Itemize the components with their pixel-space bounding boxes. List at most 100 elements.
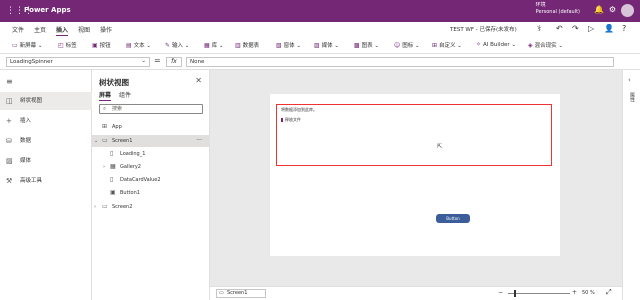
ribbon-text[interactable]: ▤ 文本 ⌄	[126, 41, 151, 49]
chevron-down-icon[interactable]: ⌄	[94, 135, 98, 147]
tree-node-gallery2[interactable]: › ▦ Gallery2	[92, 161, 210, 173]
chevron-left-icon[interactable]: ‹	[628, 76, 631, 84]
tree-node-screen2[interactable]: › ▭ Screen2	[92, 201, 210, 213]
tree-view-title: 树状视图	[99, 78, 129, 87]
label-icon: ◰	[58, 42, 64, 49]
chevron-right-icon[interactable]: ›	[94, 201, 96, 213]
undo-icon[interactable]: ↶	[556, 24, 563, 33]
custom-icon: ⊞	[432, 42, 438, 49]
waffle-icon[interactable]: ⋮⋮⋮	[6, 6, 33, 16]
gallery-icon: ▦	[110, 163, 116, 170]
play-icon[interactable]: ▷	[588, 24, 594, 33]
ribbon-chart[interactable]: ▩ 图表 ⌄	[354, 41, 379, 49]
tab-components[interactable]: 组件	[119, 90, 131, 99]
new-screen-icon: ▭	[12, 42, 18, 49]
tree-node-loading1[interactable]: ▯ Loading_1	[92, 148, 210, 160]
ribbon-mixed-reality[interactable]: ◈ 混合现实 ⌄	[528, 41, 563, 49]
tree-view-panel: 树状视图 ✕ 屏幕 组件 ⌕ 搜索 ⊞ App ⌄ ▭ Screen1 ··· …	[92, 70, 210, 300]
nav-data[interactable]: ⛁ 数据	[0, 132, 92, 150]
app-screen[interactable]: 将数据添加到此库。 释放文件 ⇱ Button	[270, 94, 560, 256]
nav-advanced-tools[interactable]: ⚒ 高级工具	[0, 172, 92, 190]
media-icon: ▨	[6, 157, 13, 165]
environment-picker[interactable]: 环境 Personal (default)	[536, 2, 580, 16]
menu-home[interactable]: 主页	[34, 25, 46, 34]
ribbon-input[interactable]: ✎ 输入 ⌄	[165, 41, 189, 49]
chevron-down-icon: ⌄	[141, 58, 146, 64]
ribbon-label[interactable]: ◰ 标签	[58, 41, 77, 49]
chart-icon: ▩	[354, 42, 360, 49]
gallery-control[interactable]: 将数据添加到此库。 释放文件 ⇱	[276, 104, 552, 166]
nav-media[interactable]: ▨ 媒体	[0, 152, 92, 170]
properties-panel-collapsed: ‹ 属性	[622, 70, 640, 300]
ribbon-button[interactable]: ▣ 按钮	[92, 41, 111, 49]
nav-insert[interactable]: + 插入	[0, 112, 92, 130]
help-icon[interactable]: ?	[622, 24, 626, 33]
nav-tree-view[interactable]: ◫ 树状视图	[0, 92, 92, 110]
screen-icon: ▭	[102, 137, 108, 144]
formula-input[interactable]: None	[186, 57, 614, 67]
screen-selector[interactable]: ▭ Screen1	[216, 289, 266, 298]
menu-view[interactable]: 视图	[78, 25, 90, 34]
fx-button[interactable]: fx	[166, 57, 182, 67]
tree-node-button1[interactable]: ▣ Button1	[92, 187, 210, 199]
zoom-percent: 50 %	[582, 290, 595, 296]
button-icon: ▣	[110, 189, 116, 196]
settings-icon[interactable]: ⚙	[609, 5, 616, 14]
more-options-icon[interactable]: ···	[196, 135, 202, 147]
avatar[interactable]	[621, 4, 634, 17]
data-card-value[interactable]: 释放文件	[281, 117, 301, 123]
ribbon-icons[interactable]: ☺ 图标 ⌄	[394, 41, 420, 49]
ribbon-data-table[interactable]: ▥ 数据表	[235, 41, 259, 49]
chevron-right-icon[interactable]: ›	[103, 161, 105, 173]
app-checker-icon[interactable]: ⚕	[537, 24, 541, 33]
fit-to-window-icon[interactable]: ⤢	[606, 288, 612, 297]
gallery-hint: 将数据添加到此库。	[281, 107, 317, 112]
hamburger-icon[interactable]: ≡	[6, 77, 13, 86]
ribbon-new-screen[interactable]: ▭ 新屏幕 ⌄	[12, 41, 43, 49]
properties-label[interactable]: 属性	[629, 92, 636, 102]
zoom-out-button[interactable]: −	[498, 289, 503, 296]
zoom-slider[interactable]	[508, 293, 570, 294]
environment-label: 环境	[535, 2, 546, 8]
mouse-cursor-icon: ⇱	[437, 143, 443, 150]
tree-node-screen1[interactable]: ⌄ ▭ Screen1 ···	[92, 135, 210, 147]
close-icon[interactable]: ✕	[195, 76, 202, 85]
menu-file[interactable]: 文件	[12, 25, 24, 34]
ribbon: ▭ 新屏幕 ⌄ ◰ 标签 ▣ 按钮 ▤ 文本 ⌄ ✎ 输入 ⌄ ▦ 库 ⌄ ▥ 数据表 ▧ 窗体…	[0, 36, 640, 54]
zoom-in-button[interactable]: +	[572, 289, 577, 296]
menu-bar: 文件 主页 插入 视图 操作 TEST WF - 已保存(未发布) ⚕ ↶ ↷ …	[0, 22, 640, 36]
app-name: Power Apps	[24, 6, 71, 14]
tree-node-datacardvalue2[interactable]: ▯ DataCardValue2	[92, 174, 210, 186]
save-status: TEST WF - 已保存(未发布)	[450, 27, 517, 33]
menu-action[interactable]: 操作	[100, 25, 112, 34]
button1[interactable]: Button	[436, 214, 470, 223]
formula-bar: LoadingSpinner ⌄ = fx None	[0, 54, 640, 70]
ai-builder-icon: ✧	[476, 41, 482, 48]
tree-node-app[interactable]: ⊞ App	[92, 121, 210, 133]
tab-screens[interactable]: 屏幕	[99, 90, 112, 101]
design-canvas[interactable]: 将数据添加到此库。 释放文件 ⇱ Button	[210, 70, 622, 286]
gallery-icon: ▦	[204, 42, 210, 49]
search-input[interactable]: ⌕ 搜索	[99, 104, 203, 114]
menu-insert[interactable]: 插入	[56, 25, 69, 36]
zoom-slider-thumb[interactable]	[514, 290, 516, 297]
tools-icon: ⚒	[6, 177, 13, 185]
app-icon: ⊞	[102, 123, 108, 130]
canvas-bottom-bar: ▭ Screen1 − + 50 % ⤢	[210, 286, 622, 300]
ribbon-form[interactable]: ▧ 窗体 ⌄	[276, 41, 301, 49]
ribbon-ai-builder[interactable]: ✧ AI Builder ⌄	[476, 41, 516, 48]
data-table-icon: ▥	[235, 42, 241, 49]
notification-icon[interactable]: 🔔	[594, 5, 604, 14]
database-icon: ⛁	[6, 137, 12, 145]
property-dropdown[interactable]: LoadingSpinner ⌄	[6, 57, 150, 67]
input-icon: ✎	[165, 42, 171, 49]
ribbon-gallery[interactable]: ▦ 库 ⌄	[204, 41, 224, 49]
left-nav: ≡ ◫ 树状视图 + 插入 ⛁ 数据 ▨ 媒体 ⚒ 高级工具	[0, 70, 92, 300]
form-icon: ▧	[276, 42, 282, 49]
button-icon: ▣	[92, 42, 98, 49]
environment-name: Personal (default)	[535, 9, 580, 15]
ribbon-custom[interactable]: ⊞ 自定义 ⌄	[432, 41, 462, 49]
ribbon-media[interactable]: ▨ 媒体 ⌄	[314, 41, 339, 49]
redo-icon[interactable]: ↷	[572, 24, 579, 33]
share-user-icon[interactable]: 👤	[604, 24, 614, 33]
